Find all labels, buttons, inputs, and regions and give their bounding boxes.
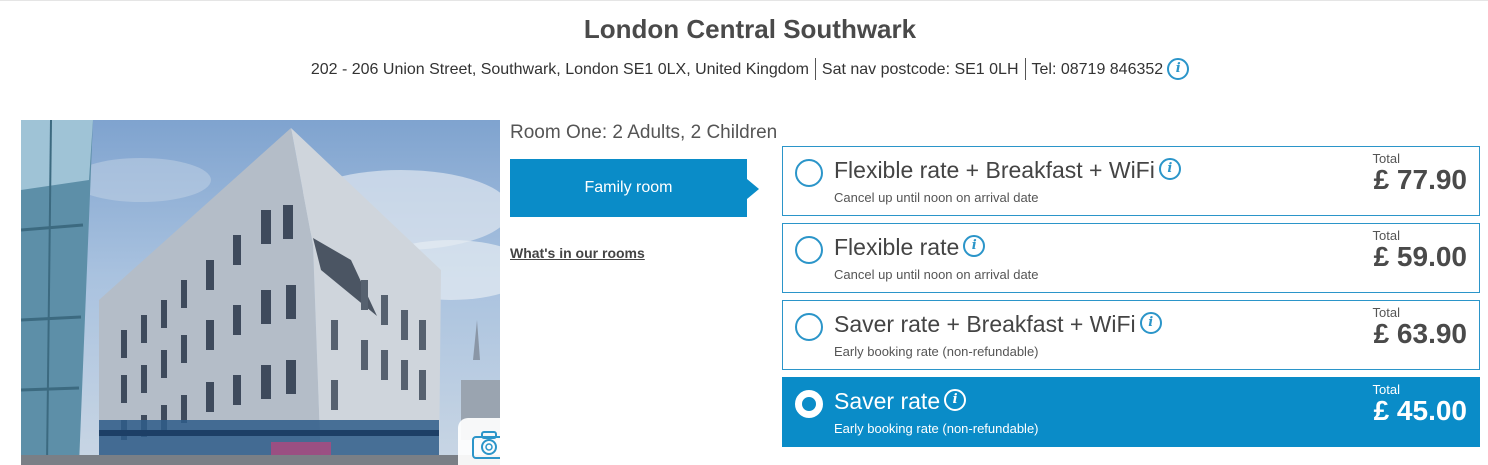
rate-description: Cancel up until noon on arrival date	[834, 190, 1039, 205]
hotel-address: 202 - 206 Union Street, Southwark, Londo…	[310, 61, 809, 79]
hotel-building-illustration	[21, 120, 500, 465]
rate-name-wrapper: Saver rate + Breakfast + WiFi i	[834, 311, 1162, 338]
rate-name: Flexible rate + Breakfast + WiFi	[834, 157, 1155, 183]
rate-name-wrapper: Flexible rate + Breakfast + WiFi i	[834, 157, 1181, 184]
rate-name-wrapper: Flexible rate i	[834, 234, 986, 261]
room-type-pointer	[747, 179, 759, 199]
rate-name: Saver rate + Breakfast + WiFi	[834, 311, 1136, 337]
info-icon[interactable]: i	[944, 388, 967, 411]
rate-name: Saver rate	[834, 388, 941, 414]
hotel-telephone: Tel: 08719 846352	[1031, 61, 1164, 79]
rate-description: Early booking rate (non-refundable)	[834, 344, 1039, 359]
rate-option-flexible[interactable]: Flexible rate i Cancel up until noon on a…	[782, 223, 1480, 293]
info-icon[interactable]: i	[1167, 58, 1190, 80]
info-icon[interactable]: i	[1158, 157, 1181, 180]
rate-description: Cancel up until noon on arrival date	[834, 267, 1039, 282]
hotel-contact-line: 202 - 206 Union Street, Southwark, Londo…	[0, 58, 1488, 81]
rate-radio-selected[interactable]	[795, 390, 823, 418]
whats-in-our-rooms-link[interactable]: What's in our rooms	[510, 245, 645, 261]
hotel-title: London Central Southwark	[583, 14, 917, 44]
rate-price: £ 63.90	[1373, 318, 1467, 349]
rate-name-wrapper: Saver rate i	[834, 388, 967, 415]
rate-radio[interactable]	[795, 236, 823, 264]
info-icon[interactable]: i	[1139, 311, 1162, 334]
sat-nav-postcode: Sat nav postcode: SE1 0LH	[821, 61, 1019, 79]
room-heading: Room One: 2 Adults, 2 Children	[510, 122, 778, 143]
room-type-button[interactable]: Family room	[510, 159, 747, 217]
rate-price: £ 45.00	[1373, 395, 1467, 426]
rate-option-saver[interactable]: Saver rate i Early booking rate (non-refu…	[782, 377, 1480, 447]
rate-price: £ 77.90	[1373, 164, 1467, 195]
rate-radio[interactable]	[795, 159, 823, 187]
info-icon[interactable]: i	[963, 234, 986, 257]
rate-radio[interactable]	[795, 313, 823, 341]
top-divider	[0, 0, 1488, 1]
rate-price: £ 59.00	[1373, 241, 1467, 272]
hotel-photo[interactable]	[21, 120, 500, 465]
rate-option-flexible-breakfast-wifi[interactable]: Flexible rate + Breakfast + WiFi i Cancel…	[782, 146, 1480, 216]
camera-icon	[472, 431, 500, 459]
rate-name: Flexible rate	[834, 234, 960, 260]
photo-gallery-button[interactable]	[458, 418, 500, 465]
rate-description: Early booking rate (non-refundable)	[834, 421, 1039, 436]
rate-option-saver-breakfast-wifi[interactable]: Saver rate + Breakfast + WiFi i Early boo…	[782, 300, 1480, 370]
divider	[814, 58, 816, 80]
divider	[1024, 58, 1026, 80]
